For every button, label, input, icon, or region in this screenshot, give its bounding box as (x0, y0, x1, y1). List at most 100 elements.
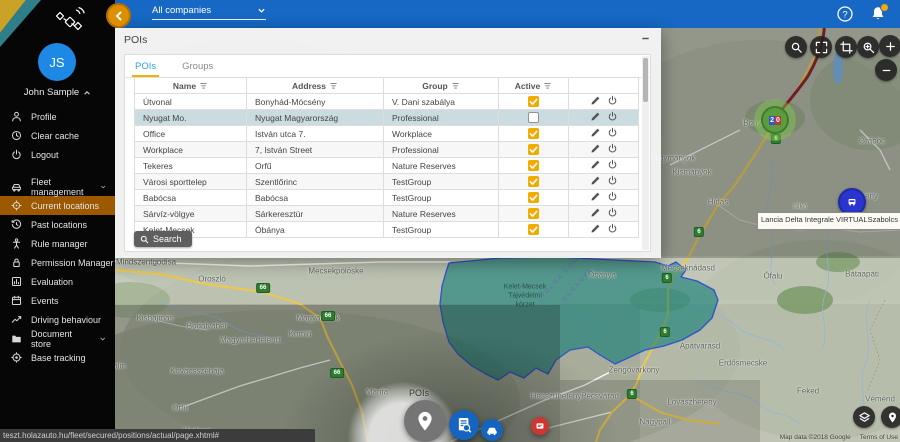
sidebar-item-permission-manager[interactable]: Permission Manager (0, 253, 115, 272)
table-row[interactable]: Workplace7, István StreetProfessional (135, 142, 639, 158)
vehicle-fab-button[interactable] (481, 419, 503, 441)
table-row[interactable]: OfficeIstván utca 7.Workplace (135, 126, 639, 142)
vehicle-cluster-marker[interactable]: 2 0 (761, 106, 789, 134)
active-checkbox[interactable] (528, 96, 539, 107)
column-header-active[interactable]: Active (499, 78, 569, 94)
edit-button[interactable] (590, 143, 601, 154)
search-button[interactable]: Search (134, 231, 192, 247)
deactivate-button[interactable] (607, 127, 618, 138)
crop-button[interactable] (835, 36, 857, 58)
sidebar-item-events[interactable]: Events (0, 291, 115, 310)
deactivate-button[interactable] (607, 111, 618, 122)
edit-button[interactable] (590, 223, 601, 234)
sort-icon[interactable] (199, 82, 208, 90)
poi-search-fab-button[interactable] (449, 410, 479, 440)
minimize-button[interactable] (638, 31, 652, 45)
active-checkbox[interactable] (528, 128, 539, 139)
deactivate-button[interactable] (607, 175, 618, 186)
sidebar-item-current-locations[interactable]: Current locations (0, 196, 115, 215)
scrollbar-thumb[interactable] (643, 58, 648, 102)
sidebar-item-driving-behaviour[interactable]: Driving behaviour (0, 310, 115, 329)
edit-button[interactable] (590, 127, 601, 138)
zoom-out-button[interactable] (875, 59, 897, 81)
column-header-name[interactable]: Name (135, 78, 247, 94)
cell-active (499, 206, 569, 222)
table-row[interactable]: Sárvíz-völgyeSárkeresztúrNature Reserves (135, 206, 639, 222)
zoom-in-button[interactable] (879, 35, 900, 57)
edit-button[interactable] (590, 207, 601, 218)
table-row[interactable]: TekeresOrfűNature Reserves (135, 158, 639, 174)
cell-actions (569, 110, 639, 126)
cell-name: Office (135, 126, 247, 142)
sidebar-item-profile[interactable]: Profile (0, 107, 115, 126)
vehicle-tooltip: Lancia Delta Integrale VIRTUALSzabolcs P… (757, 212, 900, 230)
notifications-button[interactable] (869, 5, 887, 23)
zoom-area-button[interactable] (857, 36, 879, 58)
company-selector[interactable]: All companies (152, 5, 266, 20)
map-label: körzet (515, 302, 534, 309)
pencil-icon (590, 226, 601, 236)
table-scrollbar[interactable] (642, 56, 649, 250)
collapse-sidebar-button[interactable] (106, 3, 131, 28)
column-header-address[interactable]: Address (247, 78, 384, 94)
user-menu[interactable]: John Sample (0, 87, 115, 98)
active-checkbox[interactable] (528, 112, 539, 123)
edit-button[interactable] (590, 159, 601, 170)
map-label: Ófalu (763, 272, 782, 281)
avatar[interactable]: JS (38, 43, 76, 81)
active-checkbox[interactable] (528, 176, 539, 187)
cell-group: Nature Reserves (384, 206, 499, 222)
tab-pois[interactable]: POIs (132, 55, 159, 77)
layers-button[interactable] (853, 406, 875, 428)
deactivate-button[interactable] (607, 207, 618, 218)
table-row[interactable]: ÚtvonalBonyhád-MócsényV. Dani szabálya (135, 94, 639, 110)
deactivate-button[interactable] (607, 143, 618, 154)
sidebar-item-label: Clear cache (31, 131, 79, 141)
sidebar-item-evaluation[interactable]: Evaluation (0, 272, 115, 291)
sort-icon[interactable] (543, 82, 552, 90)
power-icon (607, 226, 618, 236)
deactivate-button[interactable] (607, 223, 618, 234)
cell-address: István utca 7. (247, 126, 384, 142)
deactivate-button[interactable] (607, 159, 618, 170)
poi-fab-button[interactable] (404, 400, 446, 442)
sidebar-item-clear-cache[interactable]: Clear cache (0, 126, 115, 145)
edit-button[interactable] (590, 191, 601, 202)
help-button[interactable]: ? (836, 5, 854, 23)
sidebar-item-label: Fleet management (31, 177, 91, 197)
sort-icon[interactable] (329, 82, 338, 90)
active-checkbox[interactable] (528, 224, 539, 235)
edit-button[interactable] (590, 111, 601, 122)
table-row[interactable]: Kelet-MecsekÓbányaTestGroup (135, 222, 639, 238)
sidebar-item-logout[interactable]: Logout (0, 145, 115, 164)
sidebar-item-rule-manager[interactable]: Rule manager (0, 234, 115, 253)
table-row[interactable]: Városi sporttelepSzentlőrincTestGroup (135, 174, 639, 190)
cell-group: V. Dani szabálya (384, 94, 499, 110)
sidebar-item-past-locations[interactable]: Past locations (0, 215, 115, 234)
table-row[interactable]: Nyugat Mo.Nyugat MagyarországProfessiona… (135, 110, 639, 126)
tab-groups[interactable]: Groups (179, 55, 216, 77)
sidebar-menu: Profile Clear cache Logout Fleet management… (0, 107, 115, 367)
deactivate-button[interactable] (607, 191, 618, 202)
sidebar-item-fleet-management[interactable]: Fleet management (0, 177, 115, 196)
pin-small-button[interactable] (881, 406, 900, 428)
table-row[interactable]: BabócsaBabócsaTestGroup (135, 190, 639, 206)
active-checkbox[interactable] (528, 192, 539, 203)
sidebar-item-label: Events (31, 296, 59, 306)
sidebar-item-document-store[interactable]: Document store (0, 329, 115, 348)
avatar-initials: JS (49, 55, 64, 70)
deactivate-button[interactable] (607, 95, 618, 106)
sidebar-item-base-tracking[interactable]: Base tracking (0, 348, 115, 367)
poi-remove-fab-button[interactable] (531, 417, 549, 435)
edit-button[interactable] (590, 95, 601, 106)
cell-group: Professional (384, 142, 499, 158)
fit-screen-button[interactable] (810, 36, 832, 58)
sort-icon[interactable] (451, 82, 460, 90)
column-header-group[interactable]: Group (384, 78, 499, 94)
active-checkbox[interactable] (528, 144, 539, 155)
active-checkbox[interactable] (528, 208, 539, 219)
search-button[interactable] (785, 36, 807, 58)
edit-button[interactable] (590, 175, 601, 186)
active-checkbox[interactable] (528, 160, 539, 171)
terms-of-use-link[interactable]: Terms of Use (860, 434, 898, 441)
